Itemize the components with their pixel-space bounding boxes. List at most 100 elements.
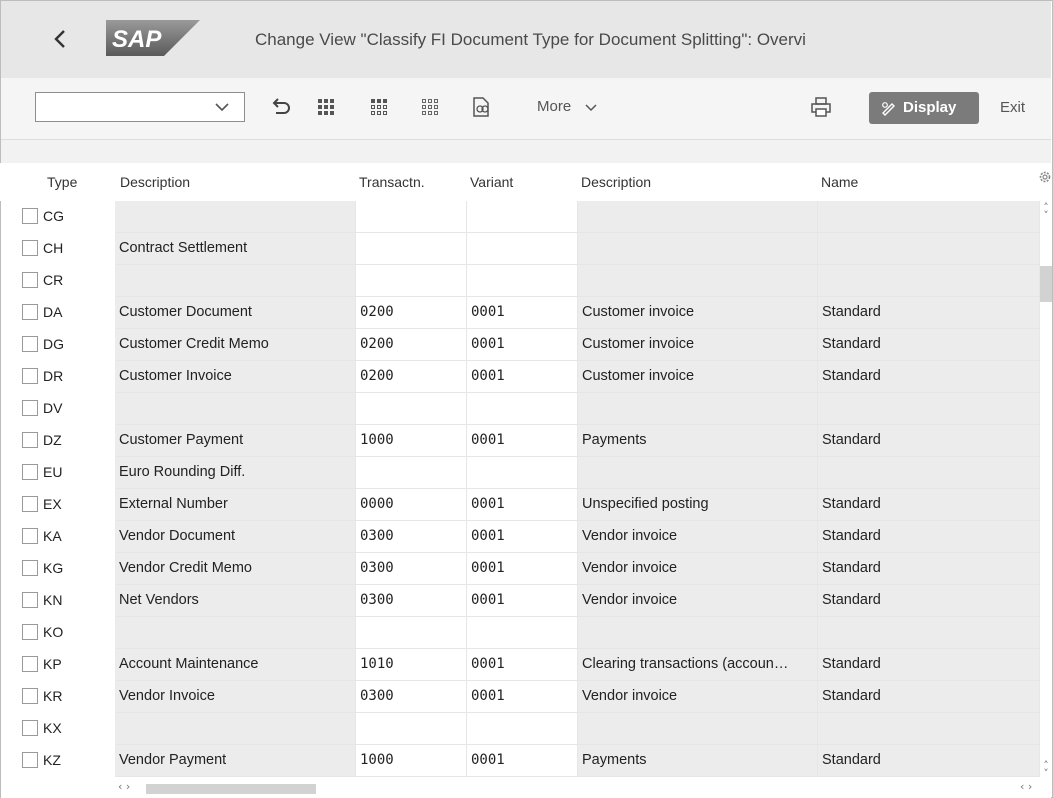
cell-variant[interactable] (467, 713, 578, 745)
col-header-description[interactable]: Description (120, 174, 190, 190)
table-row[interactable]: KX (0, 713, 1040, 745)
cell-variant[interactable]: 0001 (467, 297, 578, 329)
table-row[interactable]: KG Vendor Credit Memo 0300 0001 Vendor invoi… (0, 553, 1040, 585)
col-header-transaction[interactable]: Transactn. (359, 174, 425, 190)
row-select-checkbox[interactable] (22, 272, 38, 288)
table-row[interactable]: EX External Number 0000 0001 Unspecified pos… (0, 489, 1040, 521)
table-row[interactable]: DG Customer Credit Memo 0200 0001 Customer i… (0, 329, 1040, 361)
table-row[interactable]: CG (0, 201, 1040, 233)
select-all-icon[interactable] (314, 94, 340, 120)
cell-transaction[interactable]: 0300 (356, 681, 467, 713)
cell-variant[interactable]: 0001 (467, 649, 578, 681)
row-select-checkbox[interactable] (22, 688, 38, 704)
cell-transaction[interactable]: 0300 (356, 521, 467, 553)
cell-variant[interactable]: 0001 (467, 329, 578, 361)
row-select-checkbox[interactable] (22, 624, 38, 640)
cell-transaction[interactable]: 0300 (356, 585, 467, 617)
print-icon[interactable] (808, 94, 834, 120)
cell-transaction[interactable] (356, 393, 467, 425)
scroll-left-right-icon[interactable]: ‹ › (1020, 780, 1032, 793)
cell-transaction[interactable] (356, 265, 467, 297)
cell-variant[interactable] (467, 233, 578, 265)
cell-transaction[interactable]: 0300 (356, 553, 467, 585)
cell-variant[interactable]: 0001 (467, 425, 578, 457)
command-field[interactable] (35, 92, 245, 122)
col-header-name[interactable]: Name (821, 174, 858, 190)
row-select-checkbox[interactable] (22, 464, 38, 480)
cell-variant[interactable] (467, 457, 578, 489)
cell-type: KA (43, 528, 62, 544)
table-row[interactable]: DR Customer Invoice 0200 0001 Customer invoi… (0, 361, 1040, 393)
cell-transaction[interactable]: 1000 (356, 425, 467, 457)
table-row[interactable]: CR (0, 265, 1040, 297)
cell-transaction[interactable] (356, 617, 467, 649)
cell-variant[interactable] (467, 265, 578, 297)
row-select-checkbox[interactable] (22, 336, 38, 352)
cell-transaction[interactable]: 0200 (356, 329, 467, 361)
cell-variant[interactable]: 0001 (467, 745, 578, 777)
cell-transaction[interactable] (356, 201, 467, 233)
table-row[interactable]: KN Net Vendors 0300 0001 Vendor invoice Stand… (0, 585, 1040, 617)
cell-variant[interactable]: 0001 (467, 585, 578, 617)
more-menu-label[interactable]: More (537, 98, 571, 115)
row-select-checkbox[interactable] (22, 304, 38, 320)
row-select-checkbox[interactable] (22, 368, 38, 384)
table-row[interactable]: KO (0, 617, 1040, 649)
find-icon[interactable] (468, 94, 494, 120)
row-select-checkbox[interactable] (22, 208, 38, 224)
deselect-all-icon[interactable] (418, 94, 444, 120)
row-select-checkbox[interactable] (22, 496, 38, 512)
cell-transaction[interactable] (356, 713, 467, 745)
gear-icon[interactable] (1038, 170, 1052, 184)
row-select-checkbox[interactable] (22, 240, 38, 256)
col-header-variant[interactable]: Variant (470, 174, 513, 190)
cell-transaction[interactable]: 1010 (356, 649, 467, 681)
select-block-icon[interactable] (367, 94, 393, 120)
cell-transaction[interactable]: 0200 (356, 361, 467, 393)
table-row[interactable]: CH Contract Settlement (0, 233, 1040, 265)
row-select-checkbox[interactable] (22, 592, 38, 608)
cell-transaction[interactable]: 0000 (356, 489, 467, 521)
back-arrow-icon[interactable] (50, 28, 72, 50)
horizontal-scroll-thumb[interactable] (146, 784, 316, 794)
row-select-checkbox[interactable] (22, 432, 38, 448)
cell-variant[interactable]: 0001 (467, 681, 578, 713)
cell-transaction[interactable] (356, 233, 467, 265)
table-row[interactable]: KA Vendor Document 0300 0001 Vendor invoice S… (0, 521, 1040, 553)
table-row[interactable]: KR Vendor Invoice 0300 0001 Vendor invoice St… (0, 681, 1040, 713)
cell-variant[interactable]: 0001 (467, 521, 578, 553)
undo-icon[interactable] (267, 94, 293, 120)
row-select-checkbox[interactable] (22, 528, 38, 544)
cell-transaction[interactable]: 0200 (356, 297, 467, 329)
row-select-checkbox[interactable] (22, 400, 38, 416)
table-row[interactable]: DV (0, 393, 1040, 425)
cell-variant[interactable]: 0001 (467, 489, 578, 521)
row-select-checkbox[interactable] (22, 752, 38, 768)
cell-variant[interactable] (467, 201, 578, 233)
cell-variant[interactable]: 0001 (467, 553, 578, 585)
cell-variant[interactable] (467, 393, 578, 425)
cell-transaction[interactable]: 1000 (356, 745, 467, 777)
row-select-checkbox[interactable] (22, 656, 38, 672)
table-row[interactable]: DZ Customer Payment 1000 0001 Payments Standa… (0, 425, 1040, 457)
scroll-left-right-icon[interactable]: ‹ › (118, 780, 130, 793)
exit-button[interactable]: Exit (1000, 99, 1025, 116)
chevron-down-icon[interactable] (584, 101, 598, 115)
scroll-up-icon[interactable]: ˄ ˅ (1041, 202, 1051, 221)
row-select-checkbox[interactable] (22, 560, 38, 576)
vertical-scroll-thumb[interactable] (1040, 266, 1052, 302)
col-header-description-2[interactable]: Description (581, 174, 651, 190)
scroll-down-icon[interactable]: ˄ ˅ (1041, 760, 1051, 779)
cell-variant[interactable] (467, 617, 578, 649)
cell-transaction[interactable] (356, 457, 467, 489)
cell-description-2 (578, 393, 818, 425)
row-select-checkbox[interactable] (22, 720, 38, 736)
col-header-type[interactable]: Type (47, 174, 77, 190)
table-row[interactable]: KZ Vendor Payment 1000 0001 Payments Standard (0, 745, 1040, 777)
cell-variant[interactable]: 0001 (467, 361, 578, 393)
table-row[interactable]: EU Euro Rounding Diff. (0, 457, 1040, 489)
cell-name: Standard (818, 553, 1040, 585)
table-row[interactable]: DA Customer Document 0200 0001 Customer invo… (0, 297, 1040, 329)
table-row[interactable]: KP Account Maintenance 1010 0001 Clearing tr… (0, 649, 1040, 681)
chevron-down-icon[interactable] (214, 99, 230, 115)
